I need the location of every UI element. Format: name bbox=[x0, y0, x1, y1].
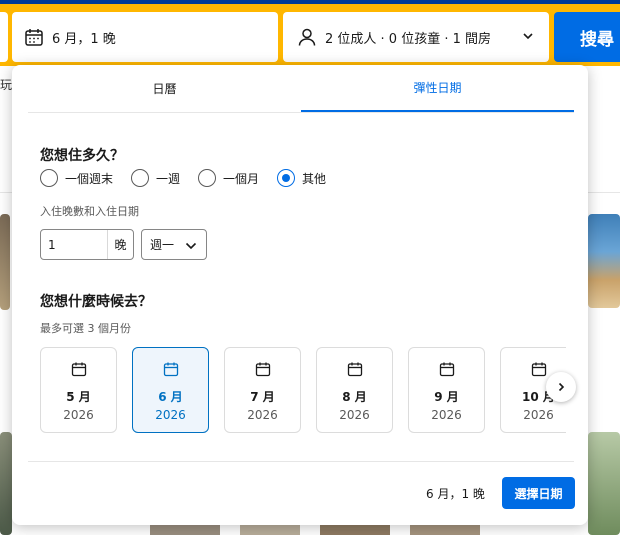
months-hint: 最多可選 3 個月份 bbox=[40, 322, 131, 335]
radio-other[interactable]: 其他 bbox=[277, 169, 326, 187]
calendar-icon bbox=[439, 361, 455, 381]
duration-heading: 您想住多久？ bbox=[40, 148, 124, 164]
tab-calendar[interactable]: 日曆 bbox=[28, 65, 301, 112]
radio-month[interactable]: 一個月 bbox=[198, 169, 259, 187]
guests-field[interactable]: 2 位成人 · 0 位孩童 · 1 間房 bbox=[283, 12, 549, 62]
radio-button[interactable] bbox=[40, 169, 58, 187]
month-name: 7 月 bbox=[250, 390, 275, 404]
selection-summary: 6 月，1 晚 bbox=[426, 487, 485, 501]
destination-field[interactable] bbox=[0, 12, 8, 62]
month-year: 2026 bbox=[523, 408, 554, 422]
radio-button[interactable] bbox=[198, 169, 217, 187]
month-year: 2026 bbox=[247, 408, 278, 422]
when-heading: 您想什麼時候去？ bbox=[40, 294, 152, 310]
radio-week[interactable]: 一週 bbox=[131, 169, 180, 187]
select-dates-button[interactable]: 選擇日期 bbox=[502, 477, 575, 509]
background-photo bbox=[0, 214, 10, 310]
calendar-icon bbox=[255, 361, 271, 381]
month-name: 9 月 bbox=[434, 390, 459, 404]
month-card[interactable]: 8 月 2026 bbox=[316, 347, 393, 433]
duration-options: 一個週末 一週 一個月 其他 bbox=[40, 169, 344, 187]
month-year: 2026 bbox=[63, 408, 94, 422]
chevron-down-icon bbox=[521, 29, 535, 47]
background-photo bbox=[588, 214, 620, 308]
nights-value[interactable]: 1 bbox=[41, 238, 107, 252]
background-photo bbox=[588, 432, 620, 535]
date-mode-tabs: 日曆 彈性日期 bbox=[28, 65, 574, 113]
month-card[interactable]: 7 月 2026 bbox=[224, 347, 301, 433]
background-photo bbox=[0, 432, 12, 535]
calendar-icon bbox=[347, 361, 363, 381]
guests-text: 2 位成人 · 0 位孩童 · 1 間房 bbox=[325, 31, 492, 47]
carousel-next-button[interactable] bbox=[546, 372, 576, 402]
chevron-right-icon bbox=[555, 381, 567, 393]
month-name: 8 月 bbox=[342, 390, 367, 404]
month-year: 2026 bbox=[339, 408, 370, 422]
person-icon bbox=[297, 27, 317, 47]
month-carousel: 5 月 2026 6 月 2026 7 月 2026 8 月 2026 9 月 … bbox=[40, 347, 566, 433]
radio-label: 一個月 bbox=[223, 171, 260, 186]
nights-unit: 晚 bbox=[107, 230, 133, 259]
dates-field[interactable]: 6 月，1 晚 bbox=[12, 12, 278, 62]
weekday-value: 週一 bbox=[150, 238, 175, 252]
search-button[interactable]: 搜尋 bbox=[554, 12, 620, 62]
chevron-down-icon bbox=[184, 239, 198, 256]
radio-label: 其他 bbox=[302, 171, 327, 186]
nights-input[interactable]: 1 晚 bbox=[40, 229, 134, 260]
nights-label: 入住晚數和入住日期 bbox=[40, 205, 139, 218]
month-name: 5 月 bbox=[66, 390, 91, 404]
radio-weekend[interactable]: 一個週末 bbox=[40, 169, 113, 187]
checkin-weekday-select[interactable]: 週一 bbox=[141, 229, 207, 260]
radio-button[interactable] bbox=[131, 169, 150, 187]
radio-label: 一週 bbox=[156, 171, 181, 186]
radio-button[interactable] bbox=[277, 169, 296, 187]
calendar-icon bbox=[71, 361, 87, 381]
month-card[interactable]: 9 月 2026 bbox=[408, 347, 485, 433]
dates-text: 6 月，1 晚 bbox=[52, 31, 116, 47]
month-year: 2026 bbox=[155, 408, 186, 422]
month-year: 2026 bbox=[431, 408, 462, 422]
background-text: 玩 bbox=[0, 78, 13, 92]
month-card[interactable]: 6 月 2026 bbox=[132, 347, 209, 433]
date-picker-popup: 日曆 彈性日期 您想住多久？ 一個週末 一週 一個月 其他 入住晚數和入住日期 … bbox=[12, 65, 588, 525]
calendar-icon bbox=[531, 361, 547, 381]
header-bar: 6 月，1 晚 2 位成人 · 0 位孩童 · 1 間房 搜尋 bbox=[0, 0, 620, 66]
tab-flexible-dates[interactable]: 彈性日期 bbox=[301, 65, 574, 112]
month-name: 6 月 bbox=[158, 390, 183, 404]
radio-label: 一個週末 bbox=[65, 171, 114, 186]
calendar-icon bbox=[163, 361, 179, 381]
footer-divider bbox=[28, 461, 574, 462]
search-bar: 6 月，1 晚 2 位成人 · 0 位孩童 · 1 間房 搜尋 bbox=[0, 4, 620, 66]
calendar-icon bbox=[24, 27, 44, 47]
month-card[interactable]: 5 月 2026 bbox=[40, 347, 117, 433]
